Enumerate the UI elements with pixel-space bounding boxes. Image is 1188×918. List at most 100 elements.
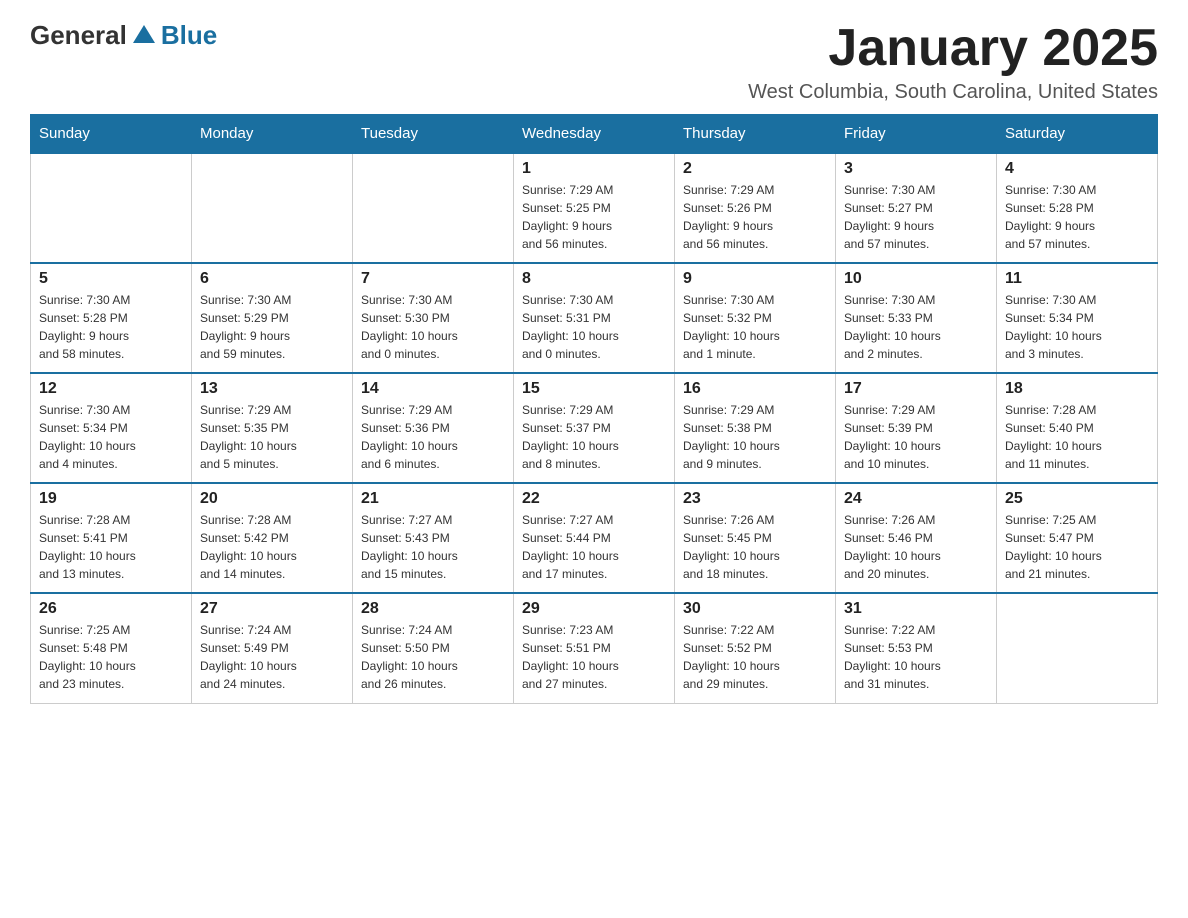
table-row: 7 Sunrise: 7:30 AM Sunset: 5:30 PM Daylig… (353, 263, 514, 373)
table-row (31, 153, 192, 263)
table-row: 17Sunrise: 7:29 AM Sunset: 5:39 PM Dayli… (836, 373, 997, 483)
day-number: 16 (683, 380, 827, 398)
calendar-week-row: 12Sunrise: 7:30 AM Sunset: 5:34 PM Dayli… (31, 373, 1158, 483)
day-number: 9 (683, 270, 827, 288)
day-number: 5 (39, 270, 183, 288)
day-number: 1 (522, 160, 666, 178)
day-number: 22 (522, 490, 666, 508)
table-row: 19Sunrise: 7:28 AM Sunset: 5:41 PM Dayli… (31, 483, 192, 593)
table-row: 15 Sunrise: 7:29 AM Sunset: 5:37 PM Dayli… (514, 373, 675, 483)
day-number: 7 (361, 270, 505, 288)
calendar-week-row: 26 Sunrise: 7:25 AM Sunset: 5:48 PM Dayli… (31, 593, 1158, 703)
logo-icon (129, 21, 159, 51)
col-sunday: Sunday (31, 115, 192, 154)
location-subtitle: West Columbia, South Carolina, United St… (748, 81, 1158, 104)
day-number: 4 (1005, 160, 1149, 178)
day-info: Sunrise: 7:28 AM Sunset: 5:42 PM Dayligh… (200, 511, 344, 583)
col-thursday: Thursday (675, 115, 836, 154)
col-monday: Monday (192, 115, 353, 154)
table-row: 18 Sunrise: 7:28 AM Sunset: 5:40 PM Dayli… (997, 373, 1158, 483)
day-info: Sunrise: 7:30 AM Sunset: 5:28 PM Dayligh… (1005, 181, 1149, 253)
table-row: 25 Sunrise: 7:25 AM Sunset: 5:47 PM Dayli… (997, 483, 1158, 593)
table-row (997, 593, 1158, 703)
day-info: Sunrise: 7:30 AM Sunset: 5:34 PM Dayligh… (39, 401, 183, 473)
day-number: 21 (361, 490, 505, 508)
day-info: Sunrise: 7:30 AM Sunset: 5:32 PM Dayligh… (683, 291, 827, 363)
table-row: 2 Sunrise: 7:29 AM Sunset: 5:26 PM Daylig… (675, 153, 836, 263)
col-wednesday: Wednesday (514, 115, 675, 154)
day-number: 23 (683, 490, 827, 508)
day-info: Sunrise: 7:29 AM Sunset: 5:26 PM Dayligh… (683, 181, 827, 253)
table-row: 20Sunrise: 7:28 AM Sunset: 5:42 PM Dayli… (192, 483, 353, 593)
day-number: 29 (522, 600, 666, 618)
day-info: Sunrise: 7:22 AM Sunset: 5:53 PM Dayligh… (844, 621, 988, 693)
day-info: Sunrise: 7:30 AM Sunset: 5:33 PM Dayligh… (844, 291, 988, 363)
day-number: 24 (844, 490, 988, 508)
table-row: 4 Sunrise: 7:30 AM Sunset: 5:28 PM Daylig… (997, 153, 1158, 263)
table-row: 24 Sunrise: 7:26 AM Sunset: 5:46 PM Dayli… (836, 483, 997, 593)
day-number: 18 (1005, 380, 1149, 398)
day-info: Sunrise: 7:30 AM Sunset: 5:34 PM Dayligh… (1005, 291, 1149, 363)
table-row: 27 Sunrise: 7:24 AM Sunset: 5:49 PM Dayli… (192, 593, 353, 703)
table-row: 23 Sunrise: 7:26 AM Sunset: 5:45 PM Dayli… (675, 483, 836, 593)
table-row: 26 Sunrise: 7:25 AM Sunset: 5:48 PM Dayli… (31, 593, 192, 703)
col-friday: Friday (836, 115, 997, 154)
table-row: 13Sunrise: 7:29 AM Sunset: 5:35 PM Dayli… (192, 373, 353, 483)
day-info: Sunrise: 7:29 AM Sunset: 5:38 PM Dayligh… (683, 401, 827, 473)
table-row: 10 Sunrise: 7:30 AM Sunset: 5:33 PM Dayli… (836, 263, 997, 373)
day-info: Sunrise: 7:24 AM Sunset: 5:49 PM Dayligh… (200, 621, 344, 693)
table-row: 14Sunrise: 7:29 AM Sunset: 5:36 PM Dayli… (353, 373, 514, 483)
calendar-week-row: 1 Sunrise: 7:29 AM Sunset: 5:25 PM Daylig… (31, 153, 1158, 263)
day-info: Sunrise: 7:30 AM Sunset: 5:30 PM Dayligh… (361, 291, 505, 363)
day-info: Sunrise: 7:30 AM Sunset: 5:31 PM Dayligh… (522, 291, 666, 363)
col-saturday: Saturday (997, 115, 1158, 154)
table-row: 21Sunrise: 7:27 AM Sunset: 5:43 PM Dayli… (353, 483, 514, 593)
day-number: 27 (200, 600, 344, 618)
day-number: 31 (844, 600, 988, 618)
day-info: Sunrise: 7:24 AM Sunset: 5:50 PM Dayligh… (361, 621, 505, 693)
page-header: General Blue January 2025 West Columbia,… (30, 20, 1158, 104)
day-number: 17 (844, 380, 988, 398)
day-number: 15 (522, 380, 666, 398)
table-row: 12Sunrise: 7:30 AM Sunset: 5:34 PM Dayli… (31, 373, 192, 483)
table-row: 6Sunrise: 7:30 AM Sunset: 5:29 PM Daylig… (192, 263, 353, 373)
day-info: Sunrise: 7:30 AM Sunset: 5:28 PM Dayligh… (39, 291, 183, 363)
day-info: Sunrise: 7:29 AM Sunset: 5:25 PM Dayligh… (522, 181, 666, 253)
day-info: Sunrise: 7:28 AM Sunset: 5:40 PM Dayligh… (1005, 401, 1149, 473)
table-row: 11 Sunrise: 7:30 AM Sunset: 5:34 PM Dayli… (997, 263, 1158, 373)
table-row: 8 Sunrise: 7:30 AM Sunset: 5:31 PM Daylig… (514, 263, 675, 373)
calendar-week-row: 5 Sunrise: 7:30 AM Sunset: 5:28 PM Daylig… (31, 263, 1158, 373)
day-number: 8 (522, 270, 666, 288)
day-number: 14 (361, 380, 505, 398)
logo-blue-text: Blue (161, 20, 217, 51)
day-info: Sunrise: 7:26 AM Sunset: 5:46 PM Dayligh… (844, 511, 988, 583)
day-number: 25 (1005, 490, 1149, 508)
day-number: 11 (1005, 270, 1149, 288)
calendar-week-row: 19Sunrise: 7:28 AM Sunset: 5:41 PM Dayli… (31, 483, 1158, 593)
day-number: 10 (844, 270, 988, 288)
day-info: Sunrise: 7:30 AM Sunset: 5:29 PM Dayligh… (200, 291, 344, 363)
day-number: 30 (683, 600, 827, 618)
day-number: 26 (39, 600, 183, 618)
day-info: Sunrise: 7:29 AM Sunset: 5:37 PM Dayligh… (522, 401, 666, 473)
day-number: 13 (200, 380, 344, 398)
col-tuesday: Tuesday (353, 115, 514, 154)
day-number: 28 (361, 600, 505, 618)
day-info: Sunrise: 7:25 AM Sunset: 5:47 PM Dayligh… (1005, 511, 1149, 583)
table-row (192, 153, 353, 263)
logo-general-text: General (30, 20, 127, 51)
table-row: 30 Sunrise: 7:22 AM Sunset: 5:52 PM Dayli… (675, 593, 836, 703)
table-row: 1 Sunrise: 7:29 AM Sunset: 5:25 PM Daylig… (514, 153, 675, 263)
calendar-table: Sunday Monday Tuesday Wednesday Thursday… (30, 114, 1158, 704)
table-row: 22 Sunrise: 7:27 AM Sunset: 5:44 PM Dayli… (514, 483, 675, 593)
table-row: 29 Sunrise: 7:23 AM Sunset: 5:51 PM Dayli… (514, 593, 675, 703)
day-info: Sunrise: 7:27 AM Sunset: 5:44 PM Dayligh… (522, 511, 666, 583)
table-row: 31 Sunrise: 7:22 AM Sunset: 5:53 PM Dayli… (836, 593, 997, 703)
day-info: Sunrise: 7:26 AM Sunset: 5:45 PM Dayligh… (683, 511, 827, 583)
day-info: Sunrise: 7:23 AM Sunset: 5:51 PM Dayligh… (522, 621, 666, 693)
month-year-title: January 2025 (748, 20, 1158, 77)
day-info: Sunrise: 7:25 AM Sunset: 5:48 PM Dayligh… (39, 621, 183, 693)
day-number: 19 (39, 490, 183, 508)
day-number: 2 (683, 160, 827, 178)
day-info: Sunrise: 7:22 AM Sunset: 5:52 PM Dayligh… (683, 621, 827, 693)
